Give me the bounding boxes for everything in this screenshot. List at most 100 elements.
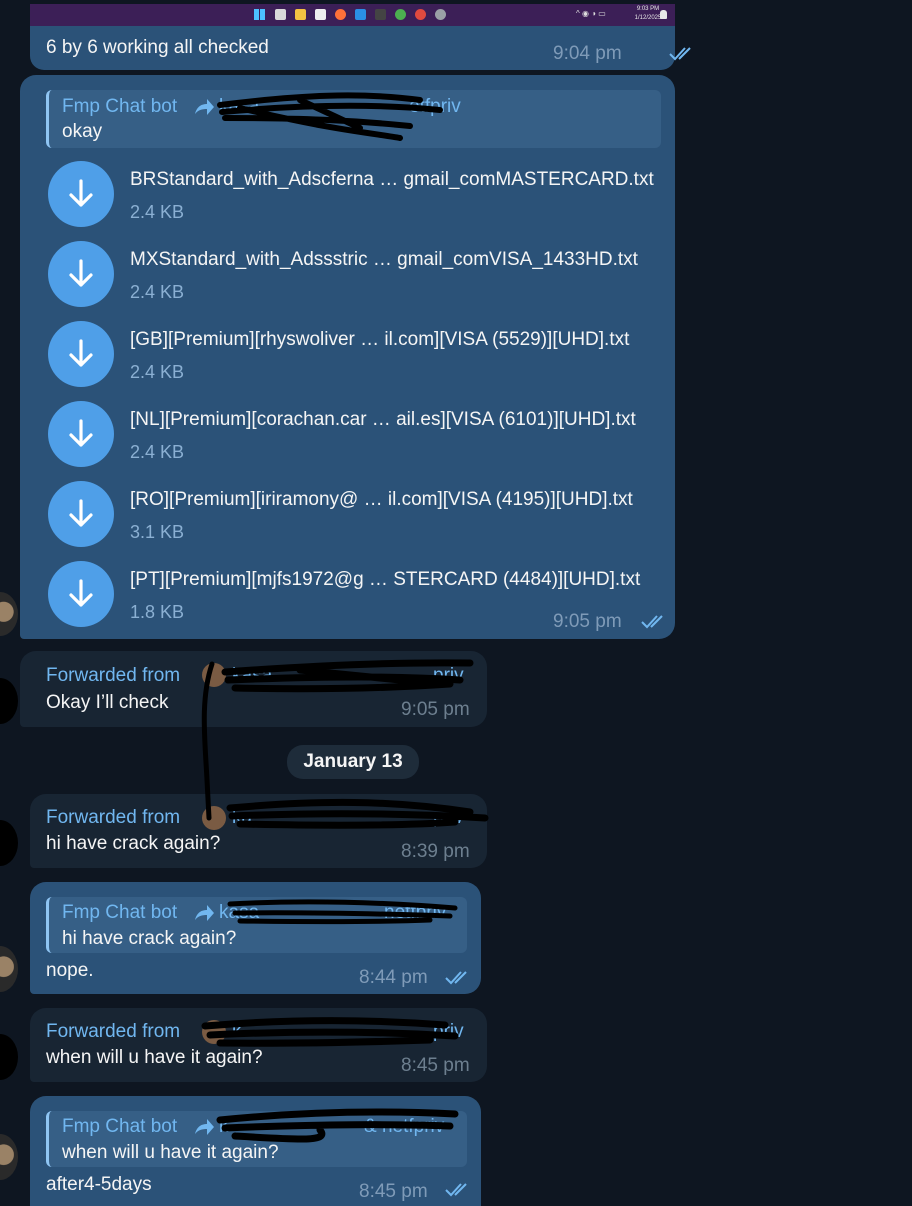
file-size: 3.1 KB	[130, 522, 185, 542]
forward-name[interactable]: k	[232, 1021, 242, 1043]
forward-avatar	[202, 663, 226, 687]
download-arrow-icon	[69, 499, 93, 527]
message-bubble-reply[interactable]: Fmp Chat bot kasa netfpriv hi have crack…	[30, 882, 481, 994]
forward-name[interactable]: kasa	[232, 665, 272, 687]
message-bubble-outgoing[interactable]: 6 by 6 working all checked 9:04 pm	[30, 26, 691, 70]
calendar-app-icon[interactable]	[315, 9, 326, 20]
message-time: 8:45 pm	[401, 1055, 470, 1076]
message-bubble-forwarded[interactable]: Forwarded from k priv when will u have i…	[30, 1008, 487, 1082]
chrome-app-icon[interactable]	[395, 9, 406, 20]
reply-quote[interactable]: Fmp Chat bot kasa netfpriv hi have crack…	[46, 897, 467, 953]
date-separator: January 13	[287, 745, 419, 779]
telegram-app-icon[interactable]	[435, 9, 446, 20]
reply-forward-tail: etfpriv	[409, 96, 461, 117]
forward-name-tail[interactable]: priv	[433, 807, 464, 829]
file-attachment[interactable]: [GB][Premium][rhyswoliver … il.com][VISA…	[48, 321, 668, 391]
browser-app-icon[interactable]	[415, 9, 426, 20]
reply-sender: Fmp Chat bot	[62, 1116, 178, 1137]
avatar[interactable]	[0, 592, 18, 636]
folder-app-icon[interactable]	[295, 9, 306, 20]
avatar[interactable]	[0, 946, 18, 992]
avatar[interactable]	[0, 1134, 18, 1180]
reply-text: when will u have it again?	[62, 1142, 279, 1163]
file-size: 2.4 KB	[130, 282, 185, 302]
reply-forward-name: k	[219, 1116, 229, 1137]
forwarded-label: Forwarded from	[46, 807, 181, 828]
download-arrow-icon	[69, 579, 93, 607]
forward-arrow-icon	[195, 99, 214, 115]
taskbar-app-icons	[275, 9, 455, 21]
avatar[interactable]	[0, 1034, 18, 1080]
file-size: 2.4 KB	[130, 202, 185, 222]
reply-forward-tail: netfpriv	[384, 902, 447, 923]
download-arrow-icon	[69, 259, 93, 287]
reply-forward-name: kasa	[219, 902, 260, 923]
vscode-app-icon[interactable]	[355, 9, 366, 20]
double-check-icon	[641, 615, 663, 629]
system-tray-icons[interactable]: ^ ◉ ◑ ▭	[576, 9, 636, 21]
file-name: [GB][Premium][rhyswoliver … il.com][VISA…	[130, 329, 630, 350]
message-text: Okay I’ll check	[46, 692, 169, 713]
reply-quote[interactable]: Fmp Chat bot k & netfpriv when will u ha…	[46, 1111, 467, 1167]
file-name: [NL][Premium][corachan.car … ail.es][VIS…	[130, 409, 636, 430]
double-check-icon	[669, 47, 691, 61]
file-attachment[interactable]: MXStandard_with_Adssstric … gmail_comVIS…	[48, 241, 668, 311]
file-attachment[interactable]: [NL][Premium][corachan.car … ail.es][VIS…	[48, 401, 668, 471]
reply-sender: Fmp Chat bot	[62, 96, 178, 117]
message-time: 9:04 pm	[553, 43, 622, 64]
avatar[interactable]	[0, 820, 18, 866]
file-size: 2.4 KB	[130, 442, 185, 462]
avatar[interactable]	[0, 678, 18, 724]
file-name: BRStandard_with_Adscferna … gmail_comMAS…	[130, 169, 654, 190]
file-attachment[interactable]: [RO][Premium][iriramony@ … il.com][VISA …	[48, 481, 668, 551]
message-bubble-reply[interactable]: Fmp Chat bot k & netfpriv when will u ha…	[30, 1096, 481, 1206]
forward-name-tail[interactable]: priv	[433, 665, 464, 687]
message-bubble-forwarded[interactable]: Forwarded from kasa priv Okay I’ll check…	[20, 651, 487, 727]
notification-bell-icon[interactable]	[660, 10, 667, 19]
message-time: 9:05 pm	[553, 611, 622, 632]
download-button[interactable]	[48, 241, 114, 307]
message-bubble-forwarded[interactable]: Forwarded from ka priv hi have crack aga…	[30, 794, 487, 868]
reply-forward-tail: & netfpriv	[364, 1116, 445, 1137]
download-button[interactable]	[48, 481, 114, 547]
message-text: hi have crack again?	[46, 833, 221, 854]
download-button[interactable]	[48, 561, 114, 627]
taskbar-screenshot: ^ ◉ ◑ ▭ 9:03 PM 1/12/2025	[30, 4, 675, 27]
message-time: 8:45 pm	[359, 1181, 428, 1202]
file-name: [PT][Premium][mjfs1972@g … STERCARD (448…	[130, 569, 641, 590]
message-time: 8:39 pm	[401, 841, 470, 862]
download-arrow-icon	[69, 339, 93, 367]
download-button[interactable]	[48, 321, 114, 387]
download-arrow-icon	[69, 419, 93, 447]
forward-name-tail[interactable]: priv	[433, 1021, 464, 1043]
download-button[interactable]	[48, 401, 114, 467]
forward-arrow-icon	[195, 1119, 214, 1135]
message-bubble-files[interactable]: Fmp Chat bot kasa etfpriv okay BRStandar…	[20, 75, 675, 639]
reply-text: okay	[62, 121, 103, 142]
forward-arrow-icon	[195, 905, 214, 921]
message-text: when will u have it again?	[46, 1047, 263, 1068]
forwarded-label: Forwarded from	[46, 665, 181, 686]
windows-start-icon[interactable]	[254, 9, 265, 20]
message-text: 6 by 6 working all checked	[46, 37, 269, 58]
download-arrow-icon	[69, 179, 93, 207]
reply-forward-name: kasa	[219, 96, 260, 117]
terminal-app-icon[interactable]	[375, 9, 386, 20]
reply-quote[interactable]: Fmp Chat bot kasa etfpriv okay	[46, 90, 661, 148]
file-name: MXStandard_with_Adssstric … gmail_comVIS…	[130, 249, 638, 270]
message-time: 8:44 pm	[359, 967, 428, 988]
message-text: nope.	[46, 960, 94, 981]
file-name: [RO][Premium][iriramony@ … il.com][VISA …	[130, 489, 633, 510]
search-app-icon[interactable]	[275, 9, 286, 20]
firefox-app-icon[interactable]	[335, 9, 346, 20]
forward-avatar	[202, 1020, 226, 1044]
file-size: 1.8 KB	[130, 602, 185, 622]
forwarded-label: Forwarded from	[46, 1021, 181, 1042]
double-check-icon	[445, 1183, 467, 1197]
file-attachment[interactable]: BRStandard_with_Adscferna … gmail_comMAS…	[48, 161, 668, 231]
file-size: 2.4 KB	[130, 362, 185, 382]
forward-avatar	[202, 806, 226, 830]
forward-name[interactable]: ka	[232, 807, 252, 829]
reply-text: hi have crack again?	[62, 928, 237, 949]
download-button[interactable]	[48, 161, 114, 227]
